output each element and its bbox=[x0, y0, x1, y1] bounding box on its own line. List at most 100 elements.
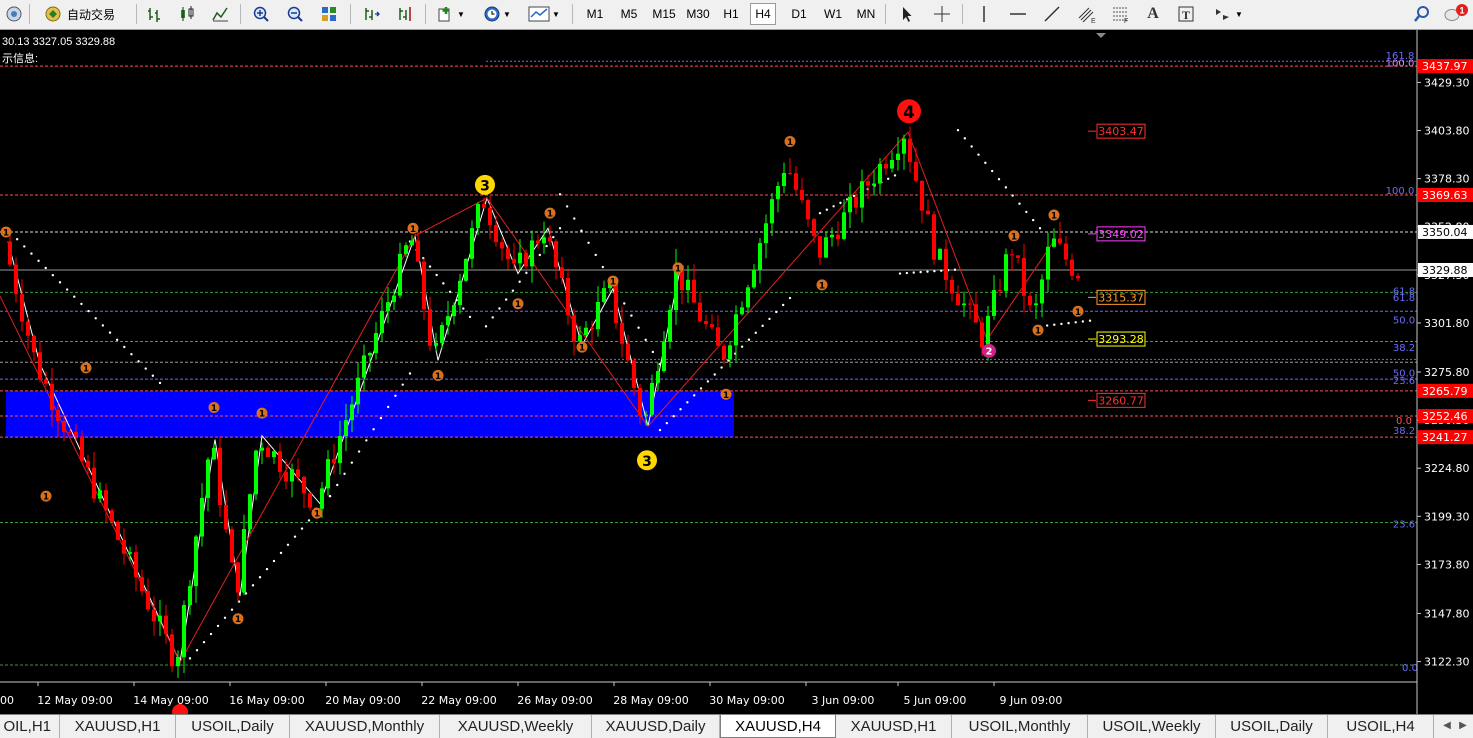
candle-body bbox=[374, 333, 378, 353]
candle-body bbox=[1028, 295, 1032, 306]
price-chart[interactable]: 161.8 100.0 100.0 61.8 61.8 50.0 38.2 50.0 23.6 0… bbox=[0, 30, 1473, 714]
chart-tab[interactable]: USOIL,Daily bbox=[176, 715, 290, 738]
sar-dot bbox=[747, 338, 751, 341]
line-chart-icon[interactable] bbox=[207, 3, 233, 25]
sar-dot bbox=[293, 535, 297, 538]
tab-scroll-right-icon[interactable]: ▶ bbox=[1456, 718, 1470, 734]
candle-body bbox=[830, 234, 834, 238]
chart-tab[interactable]: XAUUSD,H1 bbox=[60, 715, 176, 738]
bar-chart-icon[interactable] bbox=[142, 3, 168, 25]
sar-dot bbox=[573, 217, 576, 220]
cursor-icon[interactable] bbox=[896, 3, 918, 25]
chart-tab[interactable]: USOIL,H4 bbox=[1328, 715, 1434, 738]
sar-dot bbox=[919, 270, 922, 274]
sar-dot bbox=[408, 372, 412, 375]
equidistant-channel-icon[interactable]: E bbox=[1074, 3, 1100, 25]
candle-body bbox=[554, 241, 558, 268]
sar-dot bbox=[587, 241, 590, 245]
chart-shift-icon[interactable] bbox=[392, 3, 418, 25]
candle-body bbox=[572, 315, 576, 342]
time-tick-label: 22 May 09:00 bbox=[421, 694, 496, 707]
level-box-label: 3260.77 bbox=[1098, 394, 1144, 407]
zoom-out-icon[interactable] bbox=[282, 3, 308, 25]
candle-body bbox=[650, 382, 654, 415]
wave-marker-label: 1 bbox=[723, 391, 729, 401]
sar-dot bbox=[87, 309, 90, 313]
candle-body bbox=[812, 219, 816, 237]
timeframe-h4-button[interactable]: H4 bbox=[750, 3, 776, 25]
price-tag-label: 3329.88 bbox=[1422, 264, 1468, 277]
candle-body bbox=[458, 280, 462, 306]
notifications-button[interactable]: 1 bbox=[1442, 3, 1470, 25]
candle-body bbox=[38, 352, 42, 380]
chart-tab[interactable]: XAUUSD,Weekly bbox=[440, 715, 592, 738]
timeframe-m15-button[interactable]: M15 bbox=[648, 3, 680, 25]
sar-dot bbox=[1018, 202, 1021, 205]
chart-tab[interactable]: USOIL,Daily bbox=[1216, 715, 1328, 738]
fibonacci-icon[interactable]: F bbox=[1108, 3, 1134, 25]
terminal-icon[interactable] bbox=[2, 3, 26, 25]
crosshair-icon[interactable] bbox=[930, 3, 954, 25]
fib-label: 50.0 bbox=[1393, 316, 1415, 327]
text-label-icon[interactable]: T bbox=[1174, 3, 1198, 25]
candle-body bbox=[356, 377, 360, 405]
candle-body bbox=[8, 241, 12, 265]
timeframe-d1-button[interactable]: D1 bbox=[786, 3, 812, 25]
candle-body bbox=[26, 321, 30, 336]
zoom-in-icon[interactable] bbox=[248, 3, 274, 25]
candle-body bbox=[584, 327, 588, 336]
candle-body bbox=[500, 242, 504, 249]
sar-dot bbox=[1074, 321, 1077, 324]
candle-body bbox=[92, 467, 96, 499]
arrows-button[interactable]: ▼ bbox=[1208, 3, 1248, 25]
indicators-button[interactable]: ▼ bbox=[432, 3, 470, 25]
timeframe-h1-button[interactable]: H1 bbox=[718, 3, 744, 25]
sar-dot bbox=[565, 205, 569, 208]
vertical-line-icon[interactable] bbox=[972, 3, 996, 25]
candle-body bbox=[734, 314, 738, 346]
chart-tab[interactable]: XAUUSD,Daily bbox=[592, 715, 720, 738]
candle-body bbox=[800, 189, 804, 201]
timeframe-m1-button[interactable]: M1 bbox=[582, 3, 608, 25]
sar-dot bbox=[558, 193, 562, 196]
sar-dot bbox=[115, 338, 119, 342]
wave-label: 3 bbox=[480, 178, 490, 194]
sar-dot bbox=[933, 269, 936, 273]
tile-windows-icon[interactable] bbox=[316, 3, 342, 25]
templates-button[interactable]: ▼ bbox=[524, 3, 564, 25]
wave-marker-label: 1 bbox=[1075, 308, 1081, 318]
fib-label: 38.2 bbox=[1393, 426, 1415, 437]
candlestick-icon[interactable] bbox=[174, 3, 200, 25]
chart-tab[interactable]: USOIL,Monthly bbox=[952, 715, 1088, 738]
autoscroll-icon[interactable] bbox=[358, 3, 384, 25]
price-tick-label: 3429.30 bbox=[1424, 76, 1470, 89]
autotrade-button[interactable]: 自动交易 bbox=[33, 3, 125, 25]
timeframe-w1-button[interactable]: W1 bbox=[820, 3, 846, 25]
sar-dot bbox=[15, 238, 19, 241]
candle-body bbox=[410, 240, 414, 246]
periods-button[interactable]: ▼ bbox=[478, 3, 516, 25]
candle-body bbox=[170, 634, 174, 667]
candle-body bbox=[260, 447, 264, 451]
horizontal-line-icon[interactable] bbox=[1006, 3, 1030, 25]
timeframe-m30-button[interactable]: M30 bbox=[682, 3, 714, 25]
candle-body bbox=[962, 303, 966, 306]
chart-tab[interactable]: XAUUSD,H4 bbox=[720, 715, 836, 738]
trendline-icon[interactable] bbox=[1040, 3, 1064, 25]
tab-scroll-left-icon[interactable]: ◀ bbox=[1440, 718, 1454, 734]
support-zone bbox=[6, 390, 734, 438]
level-box-label: 3349.02 bbox=[1098, 228, 1144, 241]
sar-dot bbox=[336, 483, 339, 487]
timeframe-mn-button[interactable]: MN bbox=[853, 3, 879, 25]
candle-body bbox=[80, 436, 84, 461]
timeframe-m5-button[interactable]: M5 bbox=[616, 3, 642, 25]
fib-label: 100.0 bbox=[1386, 186, 1415, 197]
candle-body bbox=[404, 245, 408, 254]
chart-tab[interactable]: XAUUSD,H1 bbox=[836, 715, 952, 738]
search-icon[interactable] bbox=[1410, 3, 1434, 25]
text-tool-icon[interactable]: A bbox=[1142, 3, 1164, 25]
chart-tab[interactable]: XAUUSD,Monthly bbox=[290, 715, 440, 738]
chart-tab[interactable]: OIL,H1 bbox=[0, 715, 60, 738]
sar-dot bbox=[357, 450, 361, 453]
chart-tab[interactable]: USOIL,Weekly bbox=[1088, 715, 1216, 738]
